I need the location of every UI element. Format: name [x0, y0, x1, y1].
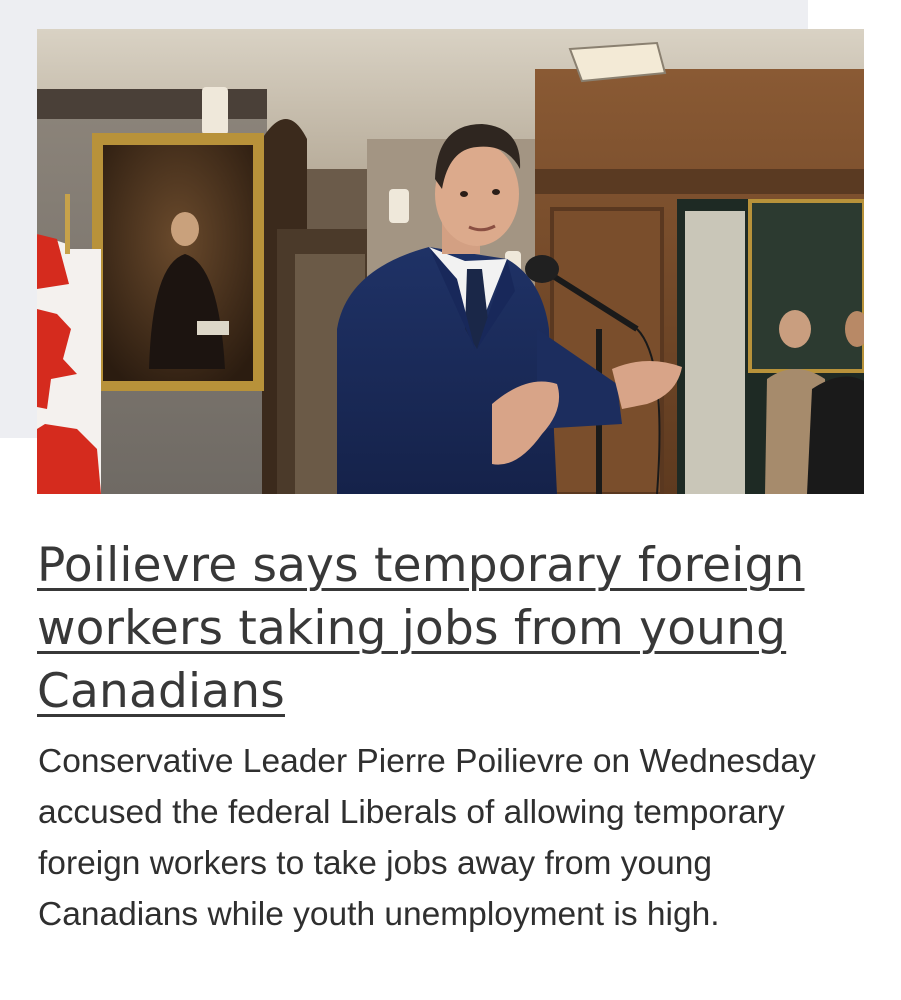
article-photo[interactable] [37, 29, 864, 494]
headline-link[interactable]: Poilievre says temporary foreign workers… [37, 538, 805, 719]
article-summary: Conservative Leader Pierre Poilievre on … [38, 743, 816, 933]
article-headline[interactable]: Poilievre says temporary foreign workers… [37, 534, 867, 723]
